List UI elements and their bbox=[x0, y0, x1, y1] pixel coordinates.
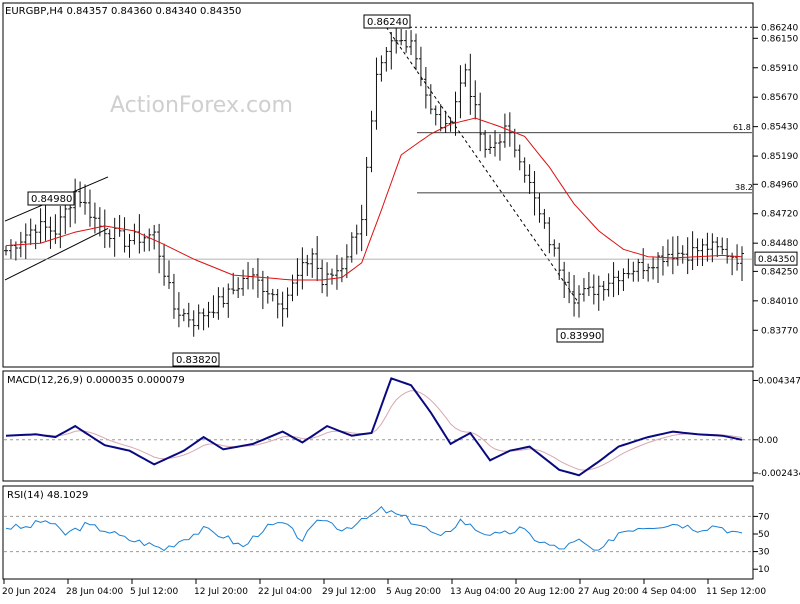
annotation-high-1: 0.84980 bbox=[31, 194, 72, 205]
x-tick-label: 27 Aug 20:00 bbox=[578, 587, 639, 597]
price-tick-label: 0.84960 bbox=[761, 180, 798, 190]
price-tick-label: 0.84720 bbox=[761, 210, 798, 220]
x-tick-label: 22 Jul 04:00 bbox=[258, 587, 312, 597]
price-tick-label: 0.85430 bbox=[761, 123, 798, 133]
current-price-label: 0.84350 bbox=[758, 255, 795, 265]
rsi-tick-label: 50 bbox=[758, 530, 770, 540]
price-tick-label: 0.86240 bbox=[761, 23, 798, 33]
x-tick-label: 20 Jun 2024 bbox=[2, 587, 56, 597]
fib-618-label: 61.8 bbox=[733, 123, 751, 132]
price-tick-label: 0.85190 bbox=[761, 152, 798, 162]
price-tick-label: 0.84250 bbox=[761, 267, 798, 277]
annotation-low-2: 0.83990 bbox=[560, 331, 601, 342]
rsi-tick-label: 10 bbox=[758, 565, 770, 575]
x-tick-label: 13 Aug 04:00 bbox=[450, 587, 511, 597]
price-tick-label: 0.84010 bbox=[761, 297, 798, 307]
price-tick-label: 0.83770 bbox=[761, 326, 798, 336]
x-tick-label: 20 Aug 12:00 bbox=[514, 587, 575, 597]
price-panel bbox=[2, 2, 754, 368]
x-tick-label: 12 Jul 20:00 bbox=[194, 587, 248, 597]
annotation-low-1: 0.83820 bbox=[176, 355, 217, 366]
price-tick-label: 0.84480 bbox=[761, 239, 798, 249]
watermark: ActionForex.com bbox=[110, 93, 293, 118]
macd-panel bbox=[2, 370, 754, 482]
macd-label: MACD(12,26,9) 0.000035 0.000079 bbox=[7, 375, 185, 386]
price-tick-label: 0.85670 bbox=[761, 93, 798, 103]
eurgbp-chart: ActionForex.com 61.8 38.2 0.84980 0.83820 0.… bbox=[0, 0, 800, 600]
macd-tick-label: 0.00 bbox=[758, 436, 778, 446]
annotation-peak: 0.86240 bbox=[367, 17, 408, 28]
x-tick-label: 5 Aug 20:00 bbox=[386, 587, 441, 597]
rsi-tick-label: 30 bbox=[758, 548, 770, 558]
symbol-header: EURGBP,H4 0.84357 0.84360 0.84340 0.8435… bbox=[5, 6, 241, 17]
x-tick-label: 4 Sep 04:00 bbox=[642, 587, 697, 597]
x-tick-label: 29 Jul 12:00 bbox=[322, 587, 376, 597]
rsi-label: RSI(14) 48.1029 bbox=[7, 490, 88, 501]
rsi-tick-label: 70 bbox=[758, 512, 770, 522]
chart-canvas: ActionForex.com 61.8 38.2 0.84980 0.83820 0.… bbox=[2, 2, 800, 597]
x-tick-label: 5 Jul 12:00 bbox=[130, 587, 179, 597]
x-tick-label: 11 Sep 12:00 bbox=[706, 587, 766, 597]
macd-tick-label: -0.002434 bbox=[758, 469, 800, 479]
fib-382-label: 38.2 bbox=[735, 183, 753, 192]
price-tick-label: 0.86150 bbox=[761, 34, 798, 44]
macd-tick-label: 0.004347 bbox=[758, 376, 800, 386]
price-tick-label: 0.85910 bbox=[761, 64, 798, 74]
x-tick-label: 28 Jun 04:00 bbox=[66, 587, 123, 597]
